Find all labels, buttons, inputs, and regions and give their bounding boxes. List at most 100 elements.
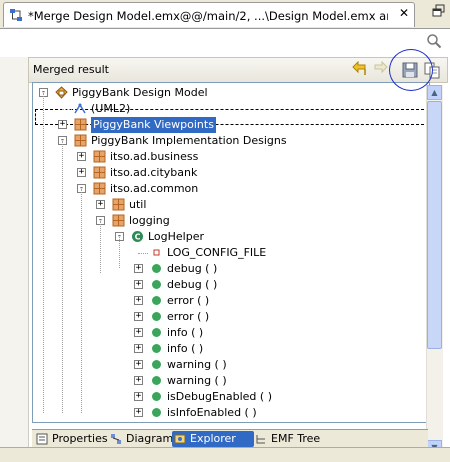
tree-row[interactable]: + info ( ) (33, 341, 423, 357)
scroll-thumb[interactable] (427, 101, 442, 349)
tree-row[interactable]: - itso.ad.common (33, 181, 423, 197)
tree-item-label: LogHelper (148, 230, 205, 243)
tree-item-label: debug ( ) (167, 262, 218, 275)
tree-row[interactable]: + util (33, 197, 423, 213)
emf-tree-icon (256, 435, 265, 444)
expand-icon[interactable]: + (134, 312, 143, 321)
operation-icon (150, 406, 163, 419)
tree-row[interactable]: + warning ( ) (33, 357, 423, 373)
status-strip (0, 447, 450, 462)
tree-row[interactable]: + debug ( ) (33, 261, 423, 277)
expand-icon[interactable]: + (134, 392, 143, 401)
tree-row[interactable]: LOG_CONFIG_FILE (33, 245, 423, 261)
tree-item-label: debug ( ) (167, 278, 218, 291)
tree-item-label: itso.ad.citybank (110, 166, 198, 179)
tree-row[interactable]: + error ( ) (33, 309, 423, 325)
package-icon (74, 118, 87, 131)
tree-connector (138, 253, 148, 254)
tree-item-label: PiggyBank Design Model (72, 86, 208, 99)
tab-label: Properties (52, 432, 108, 445)
tree-guide-line (62, 141, 63, 413)
class-icon: C (131, 230, 144, 243)
tree-row[interactable]: - C LogHelper (33, 229, 423, 245)
expand-icon[interactable]: + (134, 264, 143, 273)
expand-icon[interactable]: + (58, 120, 67, 129)
merge-editor-icon (10, 9, 22, 21)
tree-row[interactable]: + error ( ) (33, 293, 423, 309)
tree-item-label: info ( ) (167, 342, 204, 355)
package-icon (112, 198, 125, 211)
merged-result-header: Merged result (28, 57, 448, 83)
editor-tab[interactable]: *Merge Design Model.emx@@/main/2, ...\De… (3, 2, 415, 27)
tree-row[interactable]: + itso.ad.business (33, 149, 423, 165)
package-icon (93, 182, 106, 195)
editor-tab-bar: *Merge Design Model.emx@@/main/2, ...\De… (0, 0, 450, 29)
diagram-icon (111, 434, 121, 444)
tree-row[interactable]: - PiggyBank Implementation Designs (33, 133, 423, 149)
merge-editor: Merged result - PiggyBank Design Model (UM… (0, 29, 450, 461)
tree-item-label: itso.ad.common (110, 182, 199, 195)
tab-emf-tree[interactable]: EMF Tree (253, 431, 320, 447)
vertical-scrollbar[interactable]: ▲ ▼ (426, 85, 443, 455)
tree-row[interactable]: + PiggyBank Viewpoints (33, 117, 423, 133)
tree-row[interactable]: + debug ( ) (33, 277, 423, 293)
tab-label: Diagram (126, 432, 174, 445)
tree-item-label: itso.ad.business (110, 150, 199, 163)
package-icon (74, 134, 87, 147)
tree-row[interactable]: + warning ( ) (33, 373, 423, 389)
expand-icon[interactable]: + (134, 328, 143, 337)
tree-guide-line (43, 93, 44, 413)
operation-icon (150, 342, 163, 355)
operation-icon (150, 374, 163, 387)
tree-row[interactable]: + itso.ad.citybank (33, 165, 423, 181)
tree-row[interactable]: + isInfoEnabled ( ) (33, 405, 423, 421)
tree-row[interactable]: + isDebugEnabled ( ) (33, 389, 423, 405)
tree-item-label: (UML2) (91, 102, 131, 115)
scroll-up-icon[interactable]: ▲ (427, 85, 442, 100)
tree-item-label: isDebugEnabled ( ) (167, 390, 272, 403)
tree-item-label: warning ( ) (167, 374, 227, 387)
expand-icon[interactable]: + (134, 408, 143, 417)
tree-item-label: LOG_CONFIG_FILE (167, 246, 267, 259)
search-icon[interactable] (426, 33, 442, 49)
expand-icon[interactable]: + (134, 376, 143, 385)
tab-label: Explorer (190, 432, 236, 445)
expand-icon[interactable]: + (96, 200, 105, 209)
tree-guide-line (81, 189, 82, 413)
reject-icon[interactable] (371, 61, 389, 79)
tree-row[interactable]: - logging (33, 213, 423, 229)
model-icon (55, 86, 68, 99)
tree-row[interactable]: (UML2) (33, 101, 423, 117)
expand-icon[interactable]: + (77, 152, 86, 161)
operation-icon (150, 358, 163, 371)
tree-item-label: PiggyBank Implementation Designs (91, 134, 287, 147)
expand-icon[interactable]: + (134, 344, 143, 353)
tree-item-label: isInfoEnabled ( ) (167, 406, 257, 419)
editor-tab-title: *Merge Design Model.emx@@/main/2, ...\De… (28, 9, 388, 23)
bottom-tab-bar: Properties Diagram Explorer EMF Tree (32, 429, 428, 448)
operation-icon (150, 326, 163, 339)
expand-icon[interactable]: + (134, 360, 143, 369)
tab-diagram[interactable]: Diagram (108, 431, 173, 447)
operation-icon (150, 278, 163, 291)
tree-item-label: error ( ) (167, 294, 210, 307)
tab-label: EMF Tree (271, 432, 321, 445)
restore-icon[interactable] (432, 4, 446, 18)
tree-row[interactable]: - PiggyBank Design Model (33, 85, 423, 101)
tree-row[interactable]: + info ( ) (33, 325, 423, 341)
save-icon[interactable] (401, 61, 419, 79)
tab-properties[interactable]: Properties (34, 431, 108, 447)
merged-result-label: Merged result (33, 63, 109, 76)
tab-explorer[interactable]: Explorer (172, 431, 254, 447)
properties-icon (36, 433, 48, 445)
accept-icon[interactable] (351, 61, 369, 79)
operation-icon (150, 390, 163, 403)
expand-icon[interactable]: + (134, 280, 143, 289)
tree-guide-line (100, 221, 101, 273)
left-margin (0, 57, 29, 461)
copy-icon[interactable] (423, 61, 441, 79)
close-icon[interactable]: ✕ (397, 6, 411, 20)
expand-icon[interactable]: + (77, 168, 86, 177)
model-tree[interactable]: - PiggyBank Design Model (UML2) + PiggyBank … (32, 82, 430, 423)
expand-icon[interactable]: + (134, 296, 143, 305)
